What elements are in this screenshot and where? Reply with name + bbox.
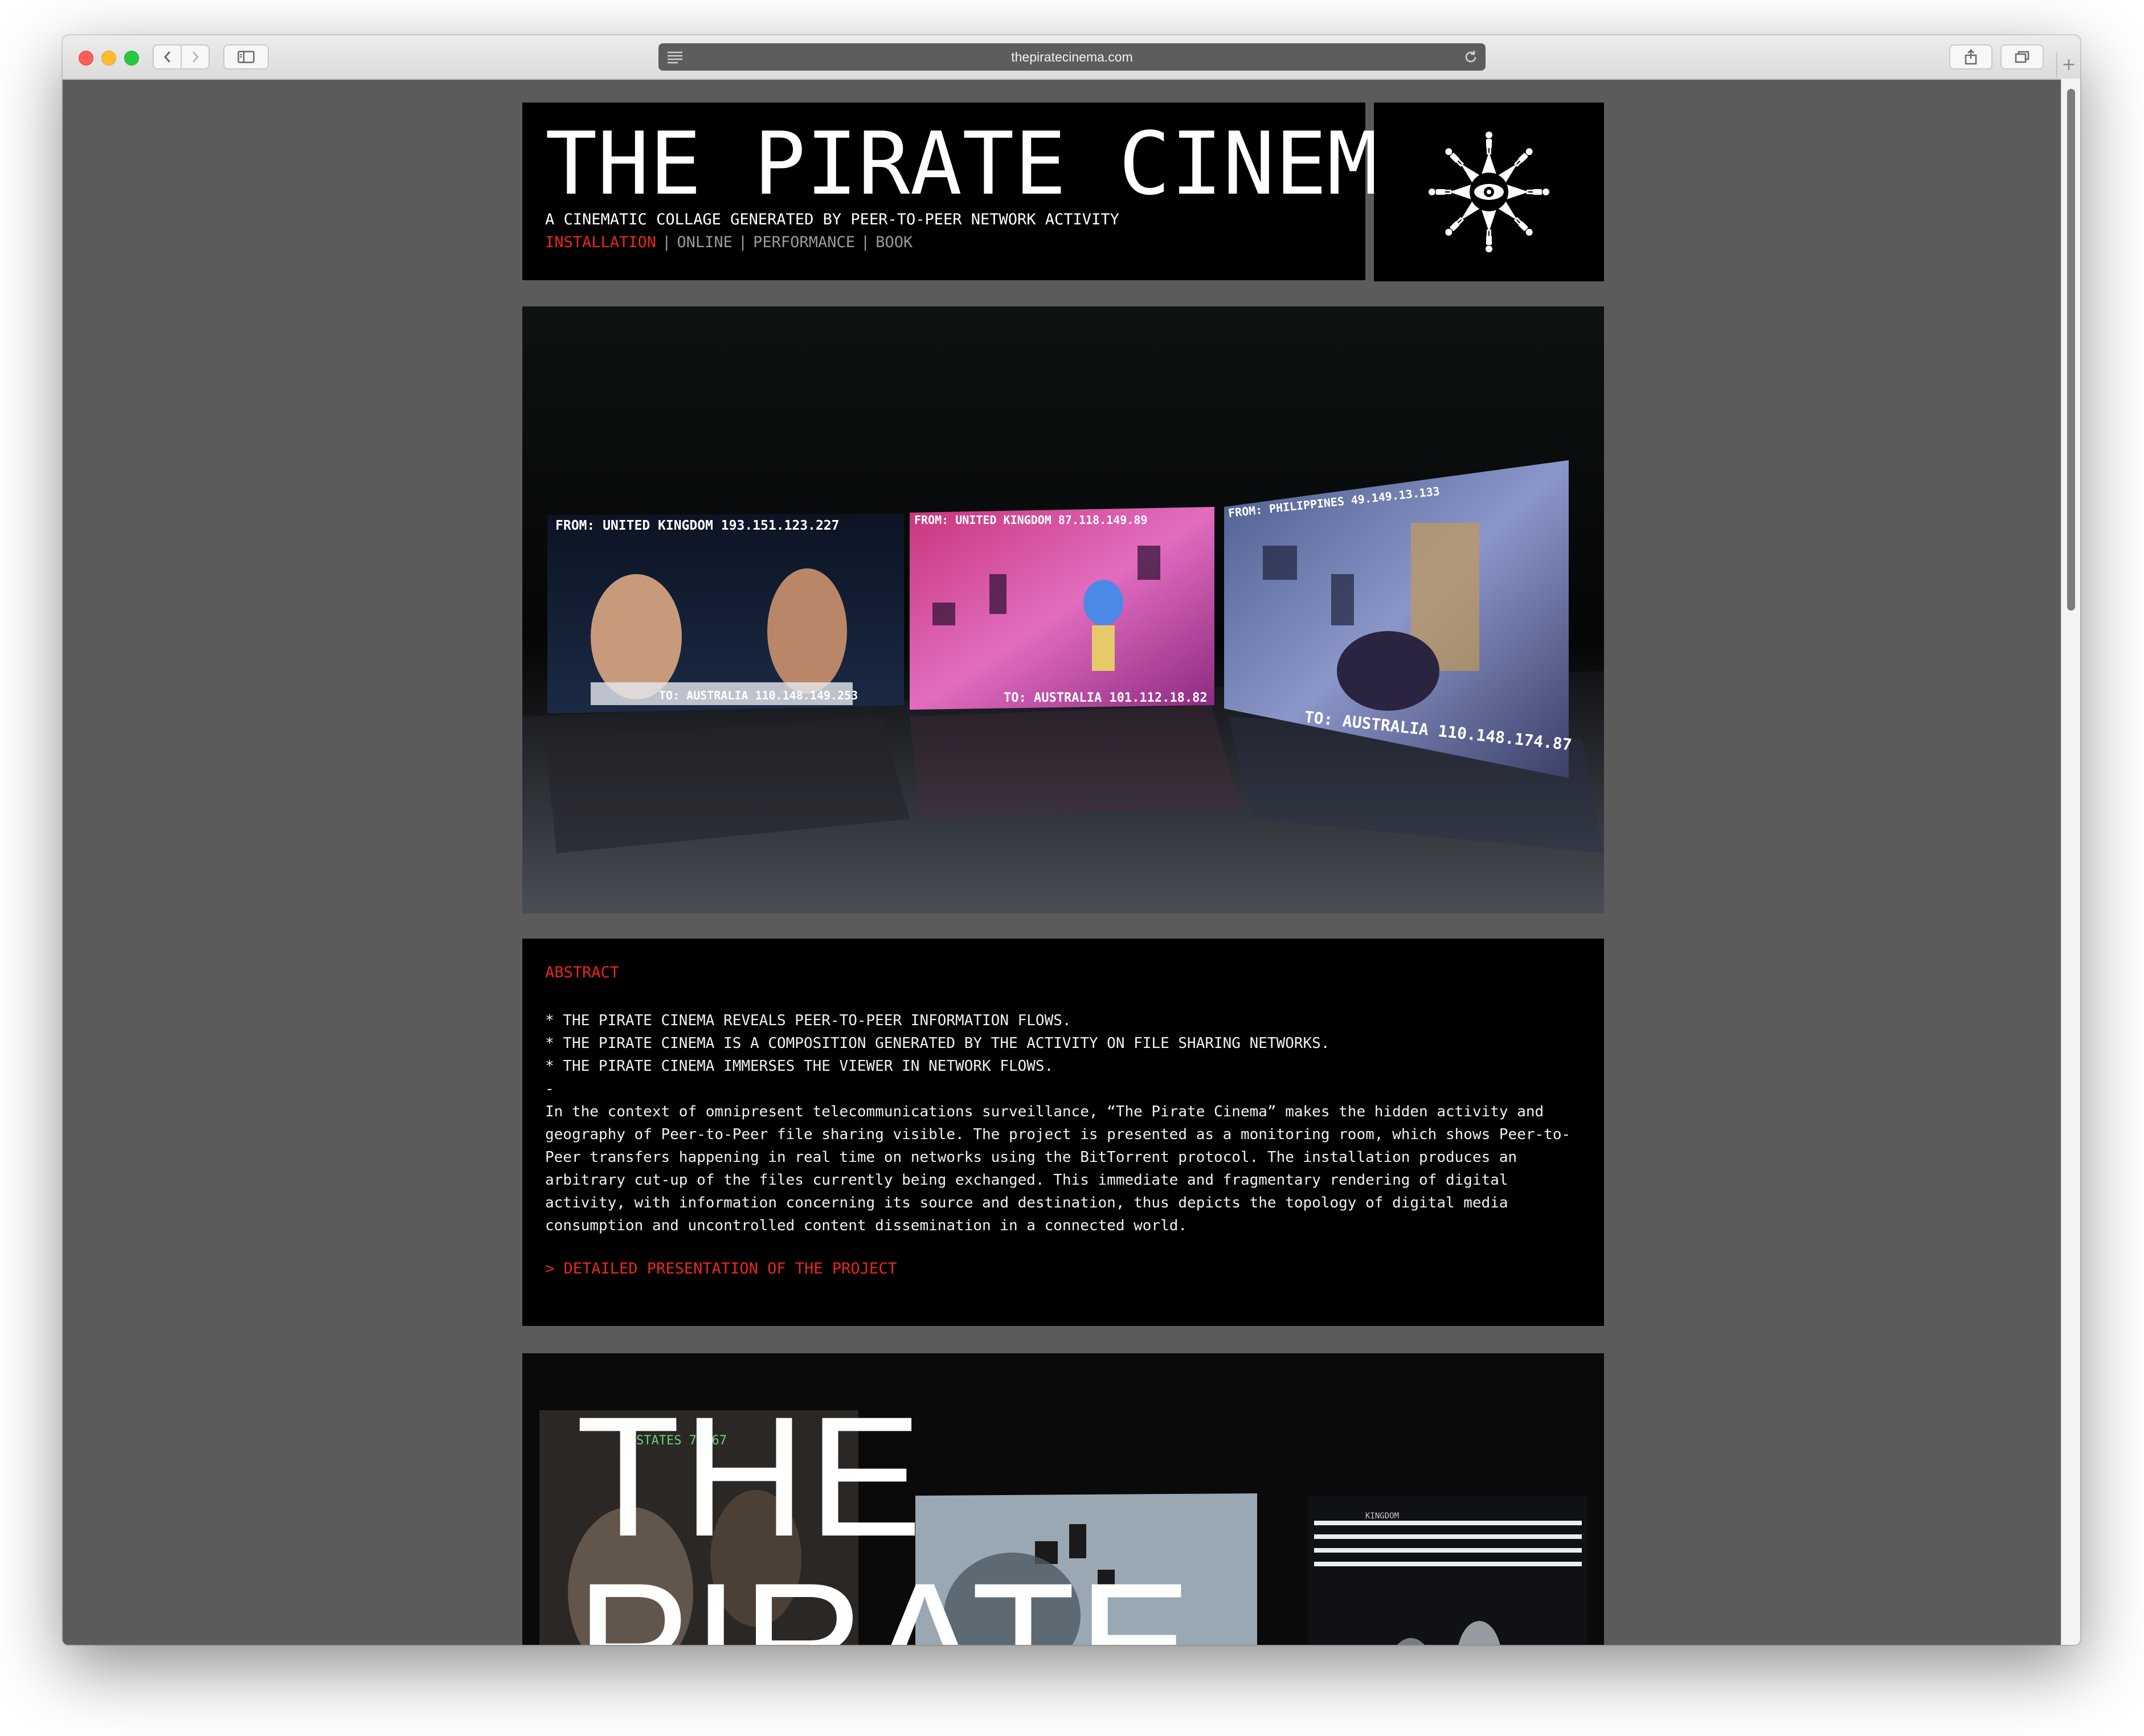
nav-book[interactable]: BOOK: [875, 234, 913, 251]
site-tagline: A CINEMATIC COLLAGE GENERATED BY PEER-TO…: [545, 211, 1119, 228]
site-header: THE PIRATE CINEMA A CINEMATIC COLLAGE GE…: [522, 103, 1431, 280]
screen-1-to: TO: AUSTRALIA 110.148.149.253: [659, 689, 858, 702]
back-button[interactable]: [154, 46, 181, 68]
web-page: THE PIRATE CINEMA A CINEMATIC COLLAGE GE…: [63, 80, 2062, 1645]
zoom-window-button[interactable]: [124, 51, 139, 65]
nav-separator: |: [662, 234, 672, 251]
tabs-icon: [2015, 51, 2030, 63]
share-button[interactable]: [1949, 44, 1992, 69]
back-icon: [163, 51, 170, 63]
abstract-bullet: * THE PIRATE CINEMA REVEALS PEER-TO-PEER…: [545, 1012, 1071, 1029]
forward-icon: [192, 51, 199, 63]
sidebar-icon: [238, 51, 255, 63]
show-tabs-button[interactable]: [2000, 44, 2044, 69]
installation-photo: FROM: UNITED KINGDOM 193.151.123.227 TO:…: [522, 306, 1604, 914]
history-nav-group: [153, 44, 210, 69]
abstract-divider: -: [545, 1080, 554, 1098]
url-text[interactable]: thepiratecinema.com: [658, 43, 1486, 71]
share-icon: [1965, 49, 1977, 65]
sidebar-toggle-button[interactable]: [223, 44, 269, 69]
close-window-button[interactable]: [79, 51, 93, 65]
nav-separator: |: [738, 234, 748, 251]
browser-toolbar: thepiratecinema.com +: [63, 35, 2080, 80]
photo-2-title: THE PIRATE: [576, 1381, 1194, 1645]
nav-installation[interactable]: INSTALLATION: [545, 234, 656, 251]
abstract-bullet: * THE PIRATE CINEMA IS A COMPOSITION GEN…: [545, 1035, 1330, 1052]
detailed-presentation-link[interactable]: > DETAILED PRESENTATION OF THE PROJECT: [545, 1260, 897, 1278]
screen-2-from: FROM: UNITED KINGDOM 87.118.149.89: [914, 513, 1147, 527]
nav-performance[interactable]: PERFORMANCE: [753, 234, 855, 251]
nav-separator: |: [860, 234, 870, 251]
photo-2-screen-label: KINGDOM: [1365, 1512, 1399, 1521]
screen-2-to: TO: AUSTRALIA 101.112.18.82: [1004, 691, 1208, 705]
vertical-scrollbar[interactable]: [2061, 79, 2080, 1645]
abstract-bullets: * THE PIRATE CINEMA REVEALS PEER-TO-PEER…: [545, 1009, 1330, 1100]
new-tab-button[interactable]: +: [2056, 52, 2080, 77]
abstract-bullet: * THE PIRATE CINEMA IMMERSES THE VIEWER …: [545, 1058, 1054, 1075]
nav-online[interactable]: ONLINE: [677, 234, 733, 251]
abstract-panel: ABSTRACT * THE PIRATE CINEMA REVEALS PEE…: [522, 939, 1604, 1326]
reload-icon[interactable]: [1463, 49, 1479, 65]
abstract-heading: ABSTRACT: [545, 964, 620, 981]
abstract-body: In the context of omnipresent telecommun…: [545, 1103, 1571, 1234]
site-nav: INSTALLATION | ONLINE | PERFORMANCE | BOOK: [545, 234, 913, 251]
browser-window: thepiratecinema.com + THE PIRATE CINEMA …: [63, 35, 2080, 1645]
minimize-window-button[interactable]: [101, 51, 116, 65]
address-bar[interactable]: thepiratecinema.com: [658, 43, 1486, 71]
pirate-cinema-logo-icon: [1429, 132, 1549, 252]
logo-panel[interactable]: [1374, 103, 1604, 281]
site-title[interactable]: THE PIRATE CINEMA: [545, 113, 1431, 215]
installation-photo-2: STATES 75.67 KINGDOM THE PIRATE: [522, 1353, 1604, 1645]
scrollbar-thumb[interactable]: [2067, 89, 2075, 611]
installation-photo-graphic: FROM: UNITED KINGDOM 193.151.123.227 TO:…: [522, 306, 1604, 914]
forward-button[interactable]: [181, 46, 208, 68]
screen-1-from: FROM: UNITED KINGDOM 193.151.123.227: [555, 518, 840, 533]
